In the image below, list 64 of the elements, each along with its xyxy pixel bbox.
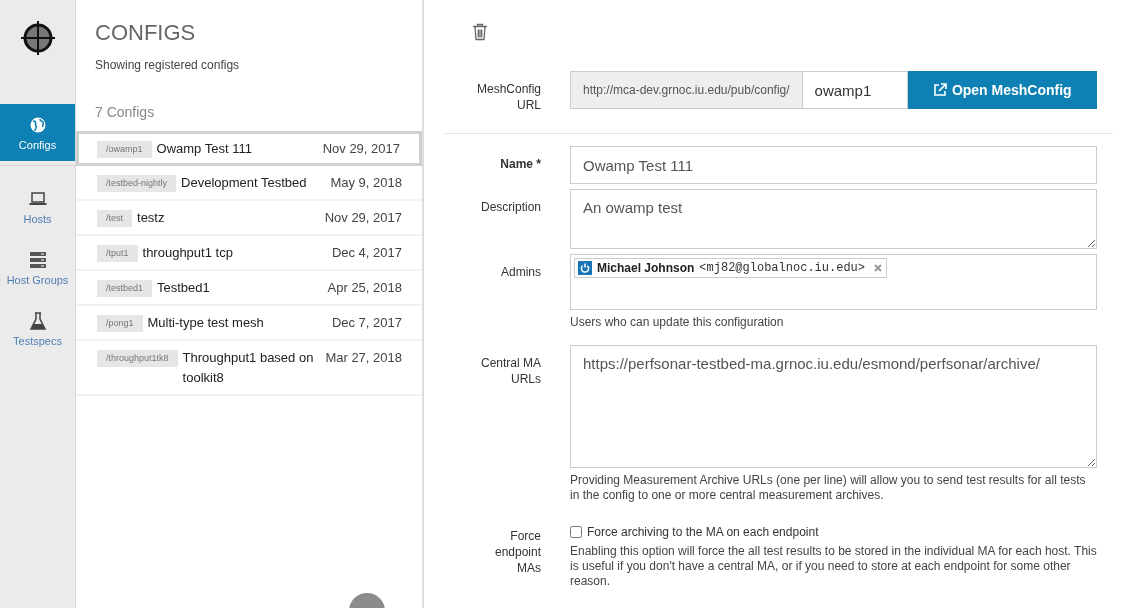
config-row[interactable]: /testbed1 Testbed1 Apr 25, 2018 bbox=[76, 271, 422, 306]
nav-item[interactable]: Testspecs bbox=[0, 302, 75, 357]
config-date: Nov 29, 2017 bbox=[322, 140, 400, 158]
description-textarea[interactable]: An owamp test bbox=[570, 189, 1097, 249]
path-badge: /owamp1 bbox=[97, 141, 152, 158]
path-badge: /testbed-nightly bbox=[97, 175, 177, 192]
field-label: Description bbox=[479, 199, 542, 215]
globe-icon bbox=[28, 116, 47, 134]
config-name: Testbed1 bbox=[157, 279, 211, 297]
help-text: Providing Measurement Archive URLs (one per line) will allow you to send test results for all tests in the config to one or more central measurement archives. bbox=[570, 473, 1087, 503]
name-input[interactable]: Owamp Test 111 bbox=[570, 146, 1097, 184]
path-badge: /tput1 bbox=[97, 245, 138, 262]
config-name: Owamp Test 111 bbox=[156, 140, 253, 158]
field-label: Admins bbox=[500, 264, 542, 280]
help-text: Users who can update this configuration bbox=[570, 315, 785, 330]
laptop-icon bbox=[28, 190, 47, 208]
config-name: throughput1 tcp bbox=[142, 244, 234, 262]
config-date: Mar 27, 2018 bbox=[325, 349, 402, 367]
trash-icon[interactable] bbox=[472, 23, 488, 41]
config-date: Nov 29, 2017 bbox=[324, 209, 402, 227]
urls-textarea[interactable]: https://perfsonar-testbed-ma.grnoc.iu.edu/esmond/perfsonar/archive/ bbox=[570, 345, 1097, 468]
field-label: Force endpoint MAs bbox=[493, 528, 542, 576]
checkbox-label: Force archiving to the MA on each endpoint bbox=[587, 525, 819, 539]
admin-name: Michael Johnson bbox=[597, 261, 695, 275]
checkbox[interactable] bbox=[570, 526, 582, 538]
path-badge: /pong1 bbox=[97, 315, 143, 332]
field-label: Name * bbox=[499, 156, 542, 172]
subtitle: Showing registered configs bbox=[95, 58, 241, 72]
field-label: Central MA URLs bbox=[479, 355, 542, 387]
nav-item[interactable]: Hosts bbox=[0, 180, 75, 235]
config-row[interactable]: /tput1 throughput1 tcp Dec 4, 2017 bbox=[76, 236, 422, 271]
config-row[interactable]: /throughput1tk8 Throughput1 based on toolkit8 Mar 27, 2018 bbox=[76, 341, 422, 396]
config-row[interactable]: /testbed-nightly Development Testbed May 9, 2018 bbox=[76, 166, 422, 201]
config-row[interactable]: /pong1 Multi-type test mesh Dec 7, 2017 bbox=[76, 306, 422, 341]
open-meshconfig-button[interactable]: Open MeshConfig bbox=[907, 71, 1097, 109]
config-date: Dec 7, 2017 bbox=[331, 314, 402, 332]
admins-field[interactable]: Michael Johnson <mj82@globalnoc.iu.edu> bbox=[570, 254, 1097, 310]
config-date: May 9, 2018 bbox=[330, 174, 402, 192]
server-stack-icon bbox=[28, 251, 47, 269]
config-date: Dec 4, 2017 bbox=[331, 244, 402, 262]
config-name: Throughput1 based on toolkit8 bbox=[182, 349, 315, 387]
field-label: MeshConfig URL bbox=[475, 81, 542, 113]
path-badge: /testbed1 bbox=[97, 280, 153, 297]
config-name: Multi-type test mesh bbox=[147, 314, 265, 332]
config-name: Development Testbed bbox=[181, 174, 308, 192]
path-badge: /test bbox=[97, 210, 132, 227]
path-badge: /throughput1tk8 bbox=[97, 350, 178, 367]
remove-icon[interactable] bbox=[874, 264, 882, 272]
page-title: CONFIGS bbox=[95, 20, 197, 46]
nav-item[interactable]: Host Groups bbox=[0, 241, 75, 296]
nav-item[interactable]: Configs bbox=[0, 104, 75, 161]
config-row[interactable]: /owamp1 Owamp Test 111 Nov 29, 2017 bbox=[76, 131, 422, 166]
external-link-icon bbox=[932, 83, 947, 97]
admin-email: <mj82@globalnoc.iu.edu> bbox=[699, 261, 865, 275]
config-row[interactable]: /test testz Nov 29, 2017 bbox=[76, 201, 422, 236]
power-icon bbox=[578, 261, 592, 275]
config-name: testz bbox=[137, 209, 166, 227]
flask-icon bbox=[28, 312, 47, 330]
url-input[interactable]: owamp1 bbox=[802, 71, 908, 109]
config-date: Apr 25, 2018 bbox=[327, 279, 402, 297]
help-text: Enabling this option will force the all test results to be stored in the individual MA for each host. This is useful if you don't have a central MA, or if you need to store at each endpoint for some other reason. bbox=[570, 544, 1097, 589]
crosshair-logo bbox=[19, 20, 56, 56]
url-prefix: http://mca-dev.grnoc.iu.edu/pub/config/ bbox=[570, 71, 803, 109]
config-count: 7 Configs bbox=[95, 104, 156, 120]
